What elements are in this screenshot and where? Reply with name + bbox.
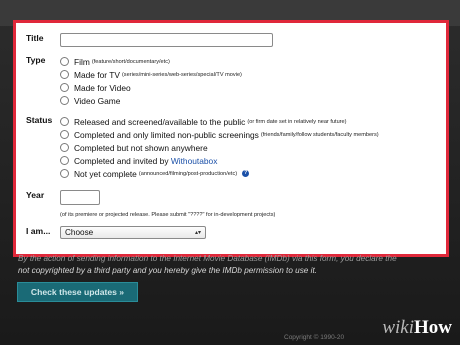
type-option-game[interactable]: Video Game <box>60 94 242 107</box>
legal-text: By the action of sending information to … <box>18 253 448 277</box>
iam-select[interactable]: Choose ▴▾ <box>60 226 206 239</box>
radio-video[interactable] <box>60 83 69 92</box>
radio-released[interactable] <box>60 117 69 126</box>
watermark-wiki: wiki <box>382 317 414 338</box>
year-input[interactable] <box>60 190 100 205</box>
type-option-note: (series/mini-series/web-series/special/T… <box>121 71 242 78</box>
legal-line-2: not copyrighted by a third party and you… <box>18 266 318 275</box>
title-row: Title <box>26 33 273 47</box>
status-option-not-complete[interactable]: Not yet complete (announced/filming/post… <box>60 167 379 180</box>
type-option-film[interactable]: Film (feature/short/documentary/etc) <box>60 55 242 68</box>
status-option-label: Completed and only limited non-public sc… <box>74 129 259 140</box>
submission-form: Title Type Film (feature/short/documenta… <box>13 20 449 257</box>
radio-not-complete[interactable] <box>60 169 69 178</box>
type-option-label: Made for TV <box>74 69 120 80</box>
status-label: Status <box>26 115 53 125</box>
title-input[interactable] <box>60 33 273 47</box>
iam-select-value: Choose <box>65 228 94 237</box>
status-option-note: (friends/family/follow students/faculty … <box>260 131 379 138</box>
radio-film[interactable] <box>60 57 69 66</box>
iam-label: I am... <box>26 226 51 236</box>
status-option-label: Not yet complete <box>74 168 137 179</box>
year-note: (of its premiere or projected release. P… <box>60 212 276 218</box>
type-label: Type <box>26 55 46 65</box>
type-option-note: (feature/short/documentary/etc) <box>91 58 170 65</box>
iam-row: I am... Choose ▴▾ <box>26 226 206 239</box>
status-option-note: (announced/filming/post-production/etc) <box>138 170 238 177</box>
status-option-limited[interactable]: Completed and only limited non-public sc… <box>60 128 379 141</box>
type-option-tv[interactable]: Made for TV (series/mini-series/web-seri… <box>60 68 242 81</box>
type-option-label: Made for Video <box>74 82 131 93</box>
radio-tv[interactable] <box>60 70 69 79</box>
radio-not-shown[interactable] <box>60 143 69 152</box>
type-option-label: Video Game <box>74 95 121 106</box>
type-options: Film (feature/short/documentary/etc) Mad… <box>60 55 242 107</box>
footer-copyright: Copyright © 1990-20 <box>284 334 345 341</box>
status-option-label: Completed and invited by <box>74 155 169 166</box>
watermark-how: How <box>414 317 452 338</box>
type-option-label: Film <box>74 56 90 67</box>
status-row: Status Released and screened/available t… <box>26 115 379 180</box>
legal-line-1: By the action of sending information to … <box>18 254 397 263</box>
status-option-label: Completed but not shown anywhere <box>74 142 208 153</box>
status-option-withoutabox[interactable]: Completed and invited by Withoutabox <box>60 154 379 167</box>
status-option-not-shown[interactable]: Completed but not shown anywhere <box>60 141 379 154</box>
status-options: Released and screened/available to the p… <box>60 115 379 180</box>
select-arrows-icon: ▴▾ <box>194 230 201 236</box>
check-updates-button[interactable]: Check these updates » <box>17 282 138 302</box>
type-row: Type Film (feature/short/documentary/etc… <box>26 55 242 107</box>
title-label: Title <box>26 33 44 43</box>
status-option-note: (or firm date set in relatively near fut… <box>247 118 347 125</box>
help-icon[interactable]: ? <box>242 170 250 177</box>
wikihow-watermark: wikiHow <box>382 317 452 339</box>
radio-limited[interactable] <box>60 130 69 139</box>
year-row: Year <box>26 190 100 205</box>
status-option-released[interactable]: Released and screened/available to the p… <box>60 115 379 128</box>
type-option-video[interactable]: Made for Video <box>60 81 242 94</box>
withoutabox-link[interactable]: Withoutabox <box>171 156 218 166</box>
year-label: Year <box>26 190 45 200</box>
status-option-label: Released and screened/available to the p… <box>74 116 246 127</box>
radio-game[interactable] <box>60 96 69 105</box>
radio-withoutabox[interactable] <box>60 156 69 165</box>
